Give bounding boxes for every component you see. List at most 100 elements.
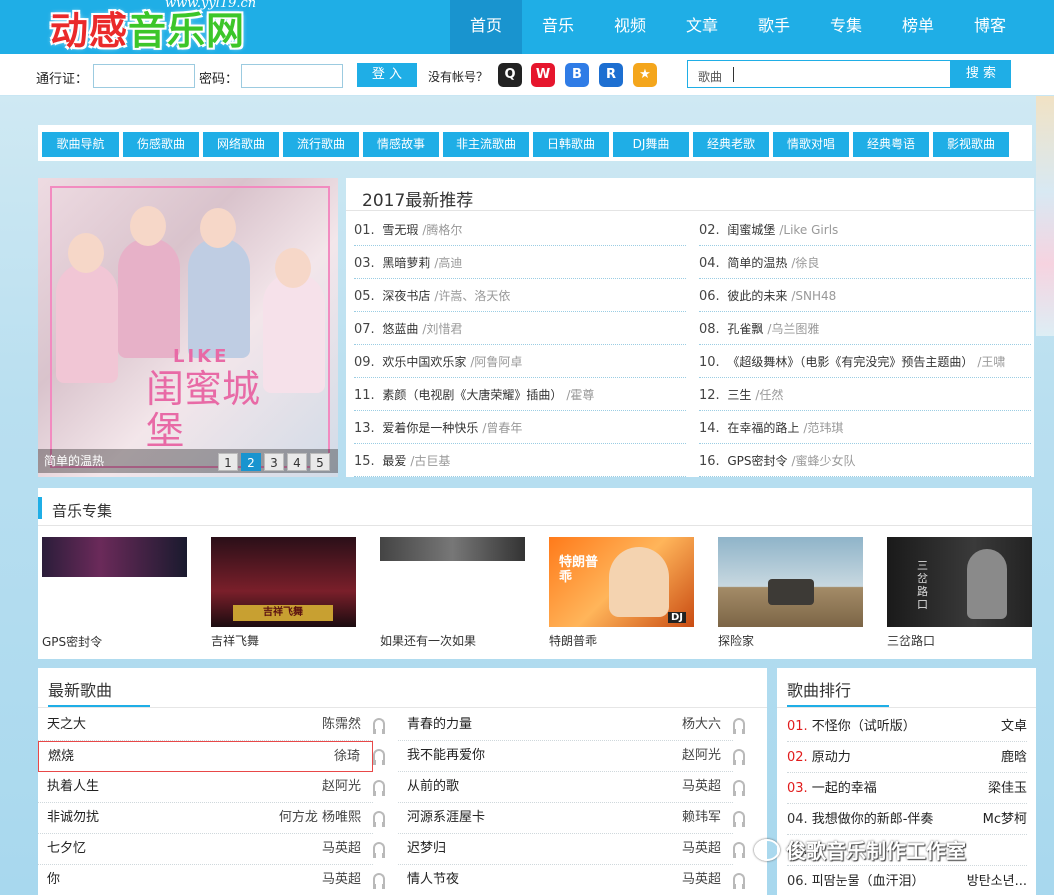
recommend-artist-link[interactable]: /王啸 — [977, 355, 1005, 369]
album-name[interactable]: 吉祥飞舞 — [211, 632, 356, 649]
nav-music[interactable]: 音乐 — [522, 0, 594, 54]
recommend-artist-link[interactable]: /腾格尔 — [422, 223, 462, 237]
album-cover[interactable]: 特朗普乖 DJ — [549, 537, 694, 627]
category-classic-old[interactable]: 经典老歌 — [693, 132, 769, 157]
recommend-item[interactable]: 02. 闺蜜城堡/Like Girls — [699, 214, 1031, 246]
song-artist-link[interactable]: 赵阿光 — [682, 741, 721, 771]
recommend-artist-link[interactable]: /霍尊 — [566, 388, 594, 402]
album-name[interactable]: GPS密封令 — [42, 633, 187, 650]
recommend-song-link[interactable]: 素颜（电视剧《大唐荣耀》插曲） — [382, 388, 562, 402]
nav-article[interactable]: 文章 — [666, 0, 738, 54]
search-button[interactable]: 搜 索 — [951, 60, 1011, 88]
category-sad[interactable]: 伤感歌曲 — [123, 132, 199, 157]
recommend-artist-link[interactable]: /许嵩、洛天依 — [434, 289, 510, 303]
album-card[interactable]: 三岔路口 三岔路口 — [887, 537, 1032, 649]
song-name-link[interactable]: 非诚勿扰 — [47, 803, 99, 833]
headphone-icon[interactable] — [373, 873, 385, 889]
pager-button-5[interactable]: 5 — [310, 453, 330, 471]
nav-blog[interactable]: 博客 — [954, 0, 1026, 54]
recommend-item[interactable]: 15. 最爱/古巨基 — [354, 445, 686, 477]
recommend-item[interactable]: 03. 黑暗萝莉/高迪 — [354, 247, 686, 279]
site-logo[interactable]: 动感音乐网 — [50, 8, 245, 54]
category-alternative[interactable]: 非主流歌曲 — [443, 132, 529, 157]
recommend-artist-link[interactable]: /任然 — [755, 388, 783, 402]
recommend-song-link[interactable]: 雪无瑕 — [382, 223, 418, 237]
recommend-song-link[interactable]: 欢乐中国欢乐家 — [382, 355, 466, 369]
song-row[interactable]: 你 马英超 — [38, 865, 373, 895]
rank-artist-link[interactable]: 梁佳玉 — [988, 774, 1027, 804]
ranking-item[interactable]: 01. 不怪你（试听版） 文卓 — [787, 712, 1027, 742]
recommend-item[interactable]: 14. 在幸福的路上/范玮琪 — [699, 412, 1031, 444]
headphone-icon[interactable] — [373, 842, 385, 858]
category-cantonese[interactable]: 经典粤语 — [853, 132, 929, 157]
song-name-link[interactable]: 从前的歌 — [407, 772, 459, 802]
nav-chart[interactable]: 榜单 — [882, 0, 954, 54]
nav-video[interactable]: 视频 — [594, 0, 666, 54]
song-artist-link[interactable]: 马英超 — [682, 772, 721, 802]
album-card[interactable]: 吉祥飞舞 吉祥飞舞 — [211, 537, 356, 649]
nav-album[interactable]: 专集 — [810, 0, 882, 54]
headphone-icon[interactable] — [373, 749, 385, 765]
recommend-song-link[interactable]: 三生 — [727, 388, 751, 402]
recommend-song-link[interactable]: 悠蓝曲 — [382, 322, 418, 336]
song-artist-link[interactable]: 马英超 — [682, 865, 721, 895]
recommend-item[interactable]: 04. 简单的温热/徐良 — [699, 247, 1031, 279]
album-cover[interactable]: 三岔路口 — [887, 537, 1032, 627]
recommend-item[interactable]: 12. 三生/任然 — [699, 379, 1031, 411]
ranking-item[interactable]: 04. 我想做你的新郎-伴奏 Mc梦柯 — [787, 805, 1027, 835]
weibo-icon[interactable]: W — [531, 63, 555, 87]
song-name-link[interactable]: 我不能再爱你 — [407, 741, 485, 771]
category-pop[interactable]: 流行歌曲 — [283, 132, 359, 157]
hero-slider[interactable]: LIKE 闺蜜城堡 简单的温热 1 2 3 4 5 — [38, 178, 338, 477]
rank-artist-link[interactable]: 鹿晗 — [1001, 743, 1027, 773]
album-name[interactable]: 三岔路口 — [887, 632, 1032, 649]
recommend-artist-link[interactable]: /阿鲁阿卓 — [470, 355, 522, 369]
album-cover[interactable] — [42, 537, 187, 577]
recommend-artist-link[interactable]: /SNH48 — [791, 289, 836, 303]
recommend-artist-link[interactable]: /刘惜君 — [422, 322, 462, 336]
recommend-song-link[interactable]: 《超级舞林》（电影《有完没完》预告主题曲） — [727, 355, 973, 369]
recommend-song-link[interactable]: 最爱 — [382, 454, 406, 468]
recommend-item[interactable]: 16. GPS密封令/蜜蜂少女队 — [699, 445, 1031, 477]
song-name-link[interactable]: 河源系涯屋卡 — [407, 803, 485, 833]
song-name-link[interactable]: 情人节夜 — [407, 865, 459, 895]
pager-button-4[interactable]: 4 — [287, 453, 307, 471]
recommend-item[interactable]: 13. 爱着你是一种快乐/曾春年 — [354, 412, 686, 444]
category-dj[interactable]: DJ舞曲 — [613, 132, 689, 157]
song-artist-link[interactable]: 马英超 — [322, 834, 361, 864]
recommend-song-link[interactable]: 彼此的未来 — [727, 289, 787, 303]
rank-artist-link[interactable]: Mc梦柯 — [983, 805, 1027, 835]
song-row[interactable]: 七夕忆 马英超 — [38, 834, 373, 865]
star-icon[interactable]: ★ — [633, 63, 657, 87]
recommend-item[interactable]: 09. 欢乐中国欢乐家/阿鲁阿卓 — [354, 346, 686, 378]
album-name[interactable]: 特朗普乖 — [549, 632, 694, 649]
rank-song-link[interactable]: 피땀눈물（血汗泪） — [812, 874, 925, 889]
ranking-item[interactable]: 06. 피땀눈물（血汗泪） 방탄소년... — [787, 867, 1027, 895]
pager-button-2[interactable]: 2 — [241, 453, 261, 471]
song-row[interactable]: 河源系涯屋卡 赖玮军 — [398, 803, 733, 834]
headphone-icon[interactable] — [373, 780, 385, 796]
album-card[interactable]: 特朗普乖 DJ 特朗普乖 — [549, 537, 694, 649]
recommend-item[interactable]: 10. 《超级舞林》（电影《有完没完》预告主题曲） /王啸 — [699, 346, 1031, 378]
recommend-item[interactable]: 05. 深夜书店/许嵩、洛天依 — [354, 280, 686, 312]
recommend-artist-link[interactable]: /古巨基 — [410, 454, 450, 468]
recommend-song-link[interactable]: 闺蜜城堡 — [727, 223, 775, 237]
recommend-song-link[interactable]: 孔雀飘 — [727, 322, 763, 336]
ranking-item[interactable]: 03. 一起的幸福 梁佳玉 — [787, 774, 1027, 804]
song-artist-link[interactable]: 何方龙 杨唯熙 — [279, 803, 361, 833]
song-row[interactable]: 非诚勿扰 何方龙 杨唯熙 — [38, 803, 373, 834]
song-row[interactable]: 从前的歌 马英超 — [398, 772, 733, 803]
category-jpkr[interactable]: 日韩歌曲 — [533, 132, 609, 157]
recommend-item[interactable]: 07. 悠蓝曲/刘惜君 — [354, 313, 686, 345]
rank-song-link[interactable]: 原动力 — [812, 750, 851, 765]
song-artist-link[interactable]: 赖玮军 — [682, 803, 721, 833]
song-name-link[interactable]: 七夕忆 — [47, 834, 86, 864]
album-card[interactable]: 探险家 — [718, 537, 863, 649]
album-card[interactable]: GPS密封令 — [42, 537, 187, 650]
pager-button-1[interactable]: 1 — [218, 453, 238, 471]
nav-singer[interactable]: 歌手 — [738, 0, 810, 54]
song-name-link[interactable]: 天之大 — [47, 710, 86, 740]
qq-icon[interactable]: Q — [498, 63, 522, 87]
no-account-link[interactable]: 没有帐号？ — [428, 68, 488, 85]
album-name[interactable]: 如果还有一次如果 — [380, 632, 525, 649]
